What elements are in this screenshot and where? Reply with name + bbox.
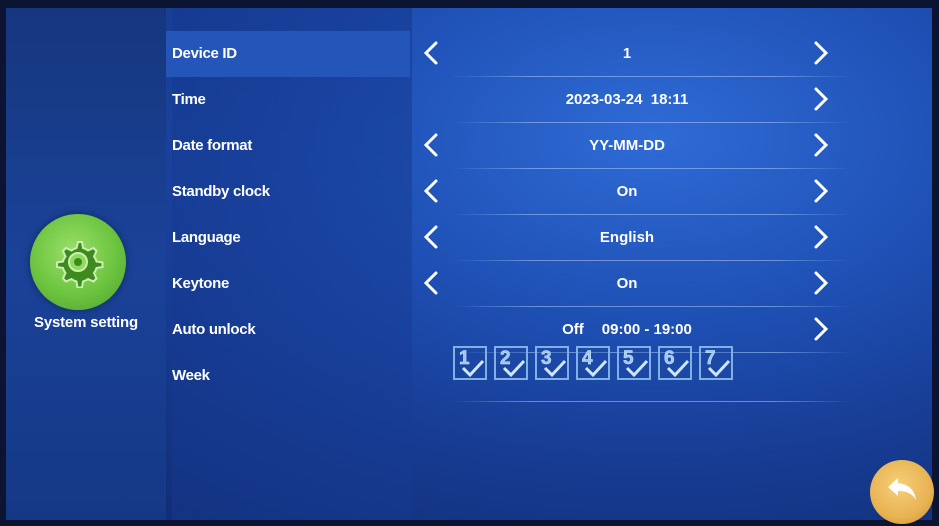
prev-language-button[interactable] (418, 223, 446, 251)
chevron-right-icon (814, 317, 829, 341)
chevron-right-icon (814, 179, 829, 203)
row-label: Auto unlock (172, 321, 256, 338)
sidebar-title: System setting (34, 314, 138, 331)
row-keytone[interactable]: Keytone On (166, 261, 856, 307)
row-value: On (616, 275, 638, 292)
prev-date-format-button[interactable] (418, 131, 446, 159)
checkmark-icon (707, 359, 731, 378)
next-auto-unlock-button[interactable] (806, 315, 834, 343)
row-date-format[interactable]: Date format YY-MM-DD (166, 123, 856, 169)
week-day-checkbox[interactable]: 1 (453, 346, 487, 380)
week-day-checkbox[interactable]: 2 (494, 346, 528, 380)
checkmark-icon (666, 359, 690, 378)
chevron-left-icon (423, 271, 438, 295)
row-divider (452, 401, 852, 402)
checkmark-icon (625, 359, 649, 378)
week-day-checkbox[interactable]: 7 (699, 346, 733, 380)
row-label: Language (172, 229, 241, 246)
checkmark-icon (584, 359, 608, 378)
chevron-right-icon (814, 41, 829, 65)
auto-unlock-status: Off (562, 321, 584, 338)
checkmark-icon (461, 359, 485, 378)
checkmark-icon (502, 359, 526, 378)
chevron-right-icon (814, 133, 829, 157)
row-label: Date format (172, 137, 253, 154)
row-label: Device ID (166, 31, 410, 77)
next-time-button[interactable] (806, 85, 834, 113)
row-value: 2023-03-24 18:11 (565, 91, 689, 108)
chevron-right-icon (814, 225, 829, 249)
chevron-left-icon (423, 179, 438, 203)
next-language-button[interactable] (806, 223, 834, 251)
row-time[interactable]: Time 2023-03-24 18:11 (166, 77, 856, 123)
chevron-left-icon (423, 225, 438, 249)
row-label: Time (172, 91, 206, 108)
chevron-left-icon (423, 41, 438, 65)
next-device-id-button[interactable] (806, 39, 834, 67)
next-standby-clock-button[interactable] (806, 177, 834, 205)
row-value: 1 (622, 45, 632, 62)
next-keytone-button[interactable] (806, 269, 834, 297)
system-setting-button[interactable] (30, 214, 126, 310)
row-value: YY-MM-DD (589, 137, 665, 154)
row-device-id[interactable]: Device ID 1 (166, 31, 856, 77)
row-label: Week (172, 367, 210, 384)
chevron-right-icon (814, 87, 829, 111)
auto-unlock-time: 09:00 - 19:00 (601, 321, 692, 338)
row-label: Standby clock (172, 183, 270, 200)
chevron-left-icon (423, 133, 438, 157)
next-date-format-button[interactable] (806, 131, 834, 159)
week-day-checkbox[interactable]: 5 (617, 346, 651, 380)
week-day-checkboxes: 1 2 3 4 5 6 7 (453, 346, 733, 382)
row-label: Keytone (172, 275, 230, 292)
chevron-right-icon (814, 271, 829, 295)
row-value: On (616, 183, 638, 200)
prev-keytone-button[interactable] (418, 269, 446, 297)
week-day-checkbox[interactable]: 3 (535, 346, 569, 380)
week-day-checkbox[interactable]: 6 (658, 346, 692, 380)
week-day-checkbox[interactable]: 4 (576, 346, 610, 380)
checkmark-icon (543, 359, 567, 378)
row-value: English (599, 229, 655, 246)
row-language[interactable]: Language English (166, 215, 856, 261)
gear-icon (56, 241, 104, 288)
back-arrow-icon (888, 478, 916, 500)
row-standby-clock[interactable]: Standby clock On (166, 169, 856, 215)
back-button[interactable] (870, 460, 934, 524)
prev-device-id-button[interactable] (418, 39, 446, 67)
prev-standby-clock-button[interactable] (418, 177, 446, 205)
sidebar: System setting (6, 8, 166, 520)
